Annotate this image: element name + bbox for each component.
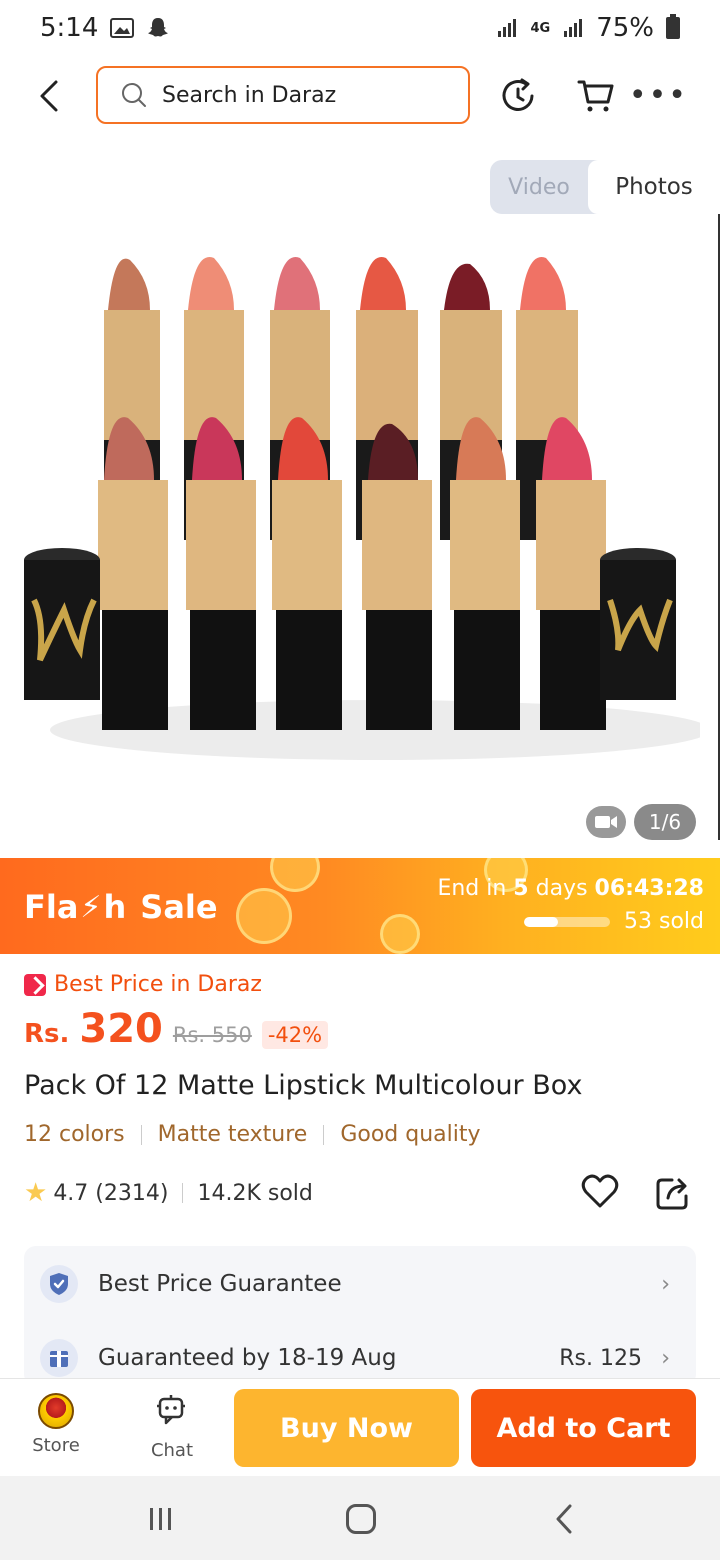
sold-progress-bar xyxy=(524,916,610,927)
product-media[interactable]: Video Photos 1/6 xyxy=(0,140,720,856)
end-prefix: End in xyxy=(437,876,507,901)
end-time: 06:43:28 xyxy=(594,876,704,901)
price-tag-icon xyxy=(24,973,46,996)
tag-divider xyxy=(323,1124,325,1145)
service-card: Best Price Guarantee › Guaranteed by 18-… xyxy=(24,1246,696,1386)
tab-photos[interactable]: Photos xyxy=(588,160,720,214)
flash-title-part2: h xyxy=(103,888,127,926)
best-price-guarantee-row[interactable]: Best Price Guarantee › xyxy=(40,1264,680,1304)
tag-item[interactable]: 12 colors xyxy=(24,1122,125,1147)
tab-video[interactable]: Video xyxy=(490,160,588,214)
shield-check-icon xyxy=(40,1265,78,1303)
signal-icon-2 xyxy=(564,19,583,37)
history-icon[interactable] xyxy=(498,76,538,116)
flash-sale-timer: End in 5 days 06:43:28 53 sold xyxy=(437,876,704,934)
flash-title-part1: Fla xyxy=(24,888,79,926)
status-left: 5:14 xyxy=(40,13,170,43)
chevron-right-icon: › xyxy=(661,1345,670,1371)
store-label: Store xyxy=(32,1435,80,1456)
network-type: 4G xyxy=(530,20,551,36)
snapchat-icon xyxy=(148,18,169,37)
sold-count: 14.2K sold xyxy=(197,1180,313,1206)
system-nav-bar xyxy=(0,1476,720,1560)
rating-row[interactable]: ★ 4.7 (2314) 14.2K sold xyxy=(24,1178,313,1208)
coin-decoration xyxy=(380,914,420,954)
price-row: Rs. 320 Rs. 550 -42% xyxy=(24,1006,329,1052)
product-tags: 12 colors Matte texture Good quality xyxy=(24,1122,481,1147)
search-input[interactable]: Search in Daraz xyxy=(96,66,470,124)
flash-title-part3: Sale xyxy=(140,888,218,926)
delivery-text: Guaranteed by 18-19 Aug xyxy=(98,1345,397,1371)
coin-decoration xyxy=(236,888,292,944)
flash-progress-row: 53 sold xyxy=(437,909,704,934)
bottom-action-bar: Store Chat Buy Now Add to Cart xyxy=(0,1378,720,1476)
best-price-text: Best Price in Daraz xyxy=(54,972,262,997)
end-days-suffix: days xyxy=(535,876,588,901)
store-logo-icon xyxy=(38,1393,74,1429)
price-currency: Rs. xyxy=(24,1019,70,1049)
status-bar: 5:14 4G 75% xyxy=(0,0,720,56)
product-image-lipsticks[interactable] xyxy=(20,250,700,770)
back-button[interactable] xyxy=(30,76,70,116)
chat-label: Chat xyxy=(150,1440,194,1461)
status-right: 4G 75% xyxy=(496,13,680,43)
header: Search in Daraz ••• xyxy=(0,66,720,126)
store-button[interactable]: Store xyxy=(16,1393,96,1456)
gallery-icon xyxy=(110,18,135,38)
star-icon: ★ xyxy=(24,1178,48,1208)
image-counter: 1/6 xyxy=(634,804,696,840)
search-placeholder: Search in Daraz xyxy=(162,82,337,108)
chevron-right-icon: › xyxy=(661,1271,670,1297)
tag-item[interactable]: Matte texture xyxy=(158,1122,308,1147)
media-toggle: Video Photos xyxy=(490,160,720,214)
end-days: 5 xyxy=(513,876,529,901)
home-icon[interactable] xyxy=(346,1504,376,1534)
best-price-badge[interactable]: Best Price in Daraz xyxy=(24,972,262,997)
delivery-row[interactable]: Guaranteed by 18-19 Aug Rs. 125 › xyxy=(40,1338,680,1378)
search-icon xyxy=(122,83,146,107)
add-to-cart-button[interactable]: Add to Cart xyxy=(471,1389,696,1467)
signal-icon xyxy=(498,19,517,37)
sold-progress-fill xyxy=(524,916,559,927)
video-badge[interactable] xyxy=(586,806,626,838)
guarantee-text: Best Price Guarantee xyxy=(98,1271,342,1297)
delivery-fee: Rs. 125 xyxy=(559,1345,642,1371)
product-title: Pack Of 12 Matte Lipstick Multicolour Bo… xyxy=(24,1070,583,1101)
chat-button[interactable]: Chat xyxy=(132,1393,212,1461)
video-camera-icon xyxy=(595,816,617,828)
delivery-box-icon xyxy=(40,1339,78,1377)
coin-decoration xyxy=(270,858,320,892)
tag-divider xyxy=(140,1124,142,1145)
flash-sale-title: Fla ⚡ h Sale xyxy=(24,888,218,926)
wishlist-heart-icon[interactable] xyxy=(580,1172,620,1212)
chat-bot-icon xyxy=(157,1395,185,1425)
recent-apps-icon[interactable] xyxy=(148,1506,174,1532)
rating-divider xyxy=(182,1183,184,1203)
cart-icon[interactable] xyxy=(576,76,616,116)
share-icon[interactable] xyxy=(654,1174,692,1212)
battery-percent: 75% xyxy=(596,13,654,43)
nav-back-icon[interactable] xyxy=(552,1502,576,1536)
tag-item[interactable]: Good quality xyxy=(340,1122,480,1147)
lightning-icon: ⚡ xyxy=(80,889,102,925)
buy-now-button[interactable]: Buy Now xyxy=(234,1389,459,1467)
price-current: 320 xyxy=(79,1006,163,1052)
flash-end-text: End in 5 days 06:43:28 xyxy=(437,876,704,901)
flash-sale-banner[interactable]: Fla ⚡ h Sale End in 5 days 06:43:28 53 s… xyxy=(0,858,720,954)
more-options-icon[interactable]: ••• xyxy=(629,81,688,111)
flash-sold-count: 53 sold xyxy=(624,909,704,934)
battery-icon xyxy=(666,14,680,39)
status-time: 5:14 xyxy=(40,13,99,43)
price-original: Rs. 550 xyxy=(172,1023,252,1047)
rating-value: 4.7 (2314) xyxy=(53,1180,169,1206)
discount-badge: -42% xyxy=(261,1021,329,1049)
